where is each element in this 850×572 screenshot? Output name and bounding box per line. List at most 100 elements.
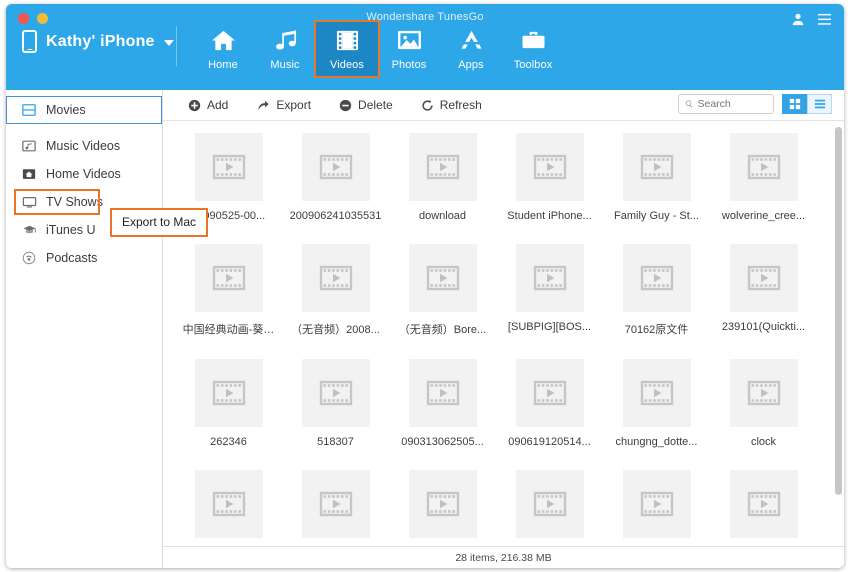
video-item[interactable]: 中国经典动画-葵…: [175, 244, 282, 337]
nav-label-apps: Apps: [458, 59, 484, 71]
nav-item-toolbox[interactable]: Toolbox: [502, 22, 564, 76]
app-header: Wondershare TunesGo Kathy' iPhone Home M…: [6, 4, 844, 90]
video-film-placeholder-icon: [194, 470, 263, 538]
video-item[interactable]: 518307: [282, 359, 389, 448]
refresh-button-label: Refresh: [439, 98, 482, 112]
video-film-placeholder-icon: [622, 359, 691, 427]
sidebar-item-podcasts[interactable]: Podcasts: [6, 244, 162, 272]
video-film-placeholder-icon: [301, 359, 370, 427]
music-note-icon: [273, 26, 298, 54]
search-icon: [685, 100, 693, 108]
video-item-caption: （无音频）Bore...: [398, 324, 487, 336]
nav-label-music: Music: [270, 59, 300, 71]
nav-item-apps[interactable]: Apps: [440, 22, 502, 76]
video-item[interactable]: 090313062505...: [389, 359, 496, 448]
video-item[interactable]: [603, 470, 710, 546]
video-film-placeholder-icon: [408, 244, 477, 312]
sidebar-item-music-videos[interactable]: Music Videos: [6, 132, 162, 160]
nav-item-videos[interactable]: Videos: [316, 22, 378, 76]
search-input[interactable]: [697, 98, 767, 110]
video-film-placeholder-icon: [301, 470, 370, 538]
nav-item-photos[interactable]: Photos: [378, 22, 440, 76]
video-item[interactable]: 200906241035531: [282, 133, 389, 222]
list-view-button[interactable]: [807, 94, 832, 114]
refresh-button[interactable]: Refresh: [421, 98, 482, 112]
sidebar-label-movies: Movies: [46, 103, 86, 117]
video-item[interactable]: （无音频）Bore...: [389, 244, 496, 337]
refresh-icon: [422, 99, 433, 111]
video-item-caption: 090313062505...: [401, 436, 484, 448]
video-item[interactable]: Student iPhone...: [496, 133, 603, 222]
content-area: (C090525-00... 200906241035531 download Stu…: [163, 121, 844, 546]
grid-view-button[interactable]: [782, 94, 807, 114]
device-name: Kathy' iPhone: [46, 32, 155, 50]
delete-button[interactable]: Delete: [339, 98, 393, 112]
device-selector[interactable]: Kathy' iPhone: [22, 30, 174, 53]
sidebar-item-home-videos[interactable]: Home Videos: [6, 160, 162, 188]
video-item[interactable]: [389, 470, 496, 546]
video-film-placeholder-icon: [729, 133, 798, 201]
minus-circle-icon: [339, 99, 352, 111]
user-icon[interactable]: [791, 12, 805, 30]
video-item[interactable]: download: [389, 133, 496, 222]
search-box[interactable]: [678, 94, 774, 114]
sidebar-item-movies[interactable]: Movies: [6, 96, 162, 124]
hamburger-menu-icon[interactable]: [817, 13, 832, 30]
video-item[interactable]: 239101(Quickti...: [710, 244, 817, 337]
video-film-placeholder-icon: [194, 133, 263, 201]
home-icon: [211, 26, 236, 54]
podcast-icon: [21, 251, 37, 265]
video-film-placeholder-icon: [622, 244, 691, 312]
video-item[interactable]: chungng_dotte...: [603, 359, 710, 448]
scrollbar-thumb[interactable]: [835, 127, 842, 495]
video-item[interactable]: [175, 470, 282, 546]
video-item[interactable]: wolverine_cree...: [710, 133, 817, 222]
video-film-placeholder-icon: [301, 133, 370, 201]
video-item[interactable]: Family Guy - St...: [603, 133, 710, 222]
sidebar-label-home-videos: Home Videos: [46, 167, 121, 181]
video-item-caption: download: [418, 210, 467, 222]
sidebar-label-tv-shows: TV Shows: [46, 195, 103, 209]
add-button[interactable]: Add: [188, 98, 228, 112]
video-film-placeholder-icon: [194, 359, 263, 427]
video-item[interactable]: [496, 470, 603, 546]
home-video-icon: [21, 167, 37, 181]
export-arrow-icon: [258, 100, 269, 110]
video-item-caption: 518307: [317, 436, 354, 448]
nav-label-videos: Videos: [329, 59, 365, 71]
video-film-placeholder-icon: [729, 470, 798, 538]
video-item[interactable]: [SUBPIG][BOS...: [496, 244, 603, 337]
list-view-icon: [814, 99, 825, 109]
add-button-label: Add: [207, 98, 229, 112]
video-film-placeholder-icon: [622, 470, 691, 538]
nav-label-toolbox: Toolbox: [513, 59, 553, 71]
video-item-caption: 090619120514...: [508, 436, 591, 448]
movies-icon: [21, 103, 37, 117]
video-item[interactable]: 70162原文件: [603, 244, 710, 337]
video-item[interactable]: [282, 470, 389, 546]
video-film-placeholder-icon: [408, 133, 477, 201]
sidebar-label-podcasts: Podcasts: [46, 251, 98, 265]
video-item[interactable]: （无音频）2008...: [282, 244, 389, 337]
plus-circle-icon: [188, 99, 201, 111]
video-item-caption: wolverine_cree...: [721, 210, 806, 222]
header-actions: [791, 12, 832, 30]
nav-item-music[interactable]: Music: [254, 22, 316, 76]
content-scrollbar[interactable]: [835, 125, 842, 546]
nav-item-home[interactable]: Home: [192, 22, 254, 76]
video-item[interactable]: clock: [710, 359, 817, 448]
video-item[interactable]: 090619120514...: [496, 359, 603, 448]
export-button[interactable]: Export: [256, 98, 311, 112]
video-item[interactable]: [710, 470, 817, 546]
grid-view-icon: [789, 98, 800, 110]
video-film-placeholder-icon: [194, 244, 263, 312]
video-item-caption: 70162原文件: [624, 324, 689, 336]
video-item-caption: 239101(Quickti...: [721, 321, 806, 333]
main-panel: Add Export Delete Refresh Search (C09052…: [163, 90, 844, 568]
main-nav: Home Music Videos Photos Apps Toolbox: [192, 22, 564, 76]
video-item[interactable]: 262346: [175, 359, 282, 448]
video-item-caption: 262346: [210, 436, 247, 448]
tv-icon: [21, 195, 37, 209]
export-button-label: Export: [276, 98, 312, 112]
